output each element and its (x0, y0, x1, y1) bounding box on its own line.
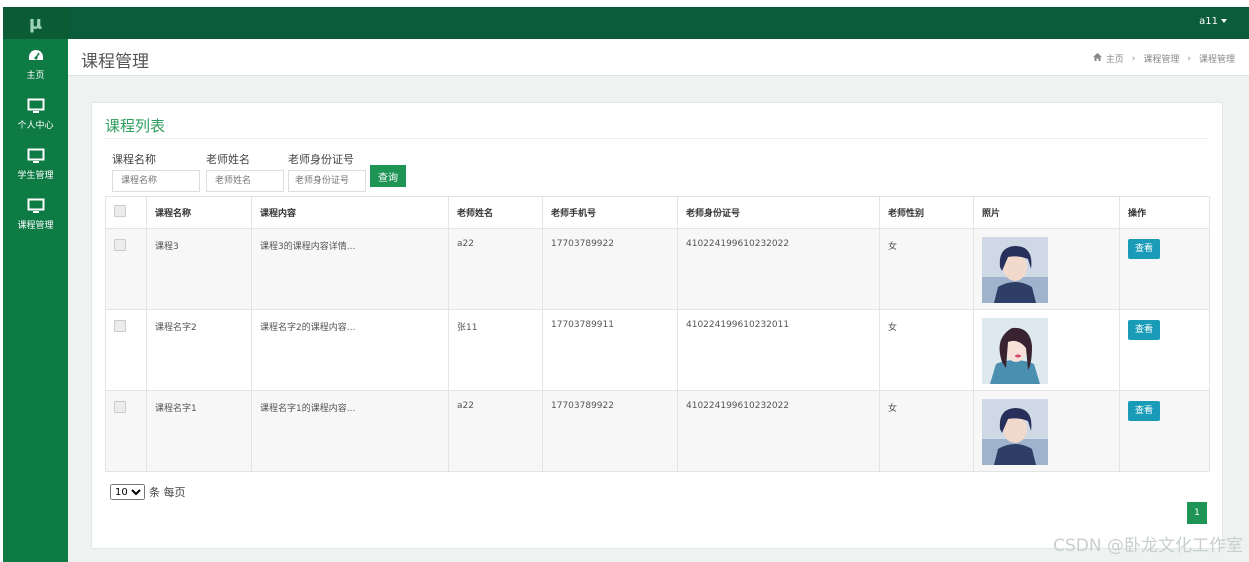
monitor-icon (27, 98, 45, 114)
app-logo: μ (3, 7, 68, 39)
search-button[interactable]: 查询 (370, 165, 406, 187)
top-bar: a11 (68, 7, 1249, 39)
breadcrumb-current: 课程管理 (1198, 55, 1235, 65)
sidebar-item-home[interactable]: 主页 (3, 39, 68, 89)
table-row: 课程3 课程3的课程内容详情... a22 17703789922 410224… (105, 228, 1210, 310)
watermark: CSDN @卧龙文化工作室 (1053, 536, 1243, 556)
breadcrumb: 主页 › 课程管理 › 课程管理 (1092, 52, 1235, 65)
teacher-id-cell: 410224199610232022 (677, 228, 880, 310)
table-row: 课程名字2 课程名字2的课程内容... 张11 17703789911 4102… (105, 309, 1210, 391)
teacher-gender-cell: 女 (879, 228, 974, 310)
column-header: 课程名称 (146, 196, 252, 229)
teacher-phone-cell: 17703789922 (542, 390, 678, 472)
course-content-cell: 课程名字1的课程内容... (251, 390, 449, 472)
row-checkbox[interactable] (114, 320, 126, 332)
teacher-phone-cell: 17703789911 (542, 309, 678, 391)
course-name-cell: 课程3 (146, 228, 252, 310)
home-icon (1092, 53, 1102, 64)
view-button[interactable]: 查看 (1128, 401, 1160, 421)
sidebar-item-students[interactable]: 学生管理 (3, 139, 68, 189)
monitor-icon (27, 148, 45, 164)
action-cell: 查看 (1119, 309, 1210, 391)
dashboard-icon (27, 48, 45, 64)
filter-teacher-name: 老师姓名 (206, 151, 284, 192)
sidebar-item-label: 课程管理 (17, 220, 54, 231)
filter-teacher-id: 老师身份证号 (288, 151, 366, 192)
filter-label: 老师身份证号 (288, 153, 354, 166)
row-checkbox[interactable] (114, 239, 126, 251)
chevron-right-icon: › (1131, 53, 1136, 64)
teacher-name-input[interactable] (206, 170, 284, 192)
page-number-button[interactable]: 1 (1187, 502, 1207, 524)
page-size-suffix: 条 每页 (149, 486, 186, 499)
table-header-row: 课程名称 课程内容 老师姓名 老师手机号 老师身份证号 老师性别 照片 操作 (105, 196, 1210, 229)
breadcrumb-item[interactable]: 课程管理 (1143, 52, 1179, 65)
page-title: 课程管理 (81, 52, 149, 72)
page-size-control: 10 条 每页 (110, 484, 186, 500)
filter-course-name: 课程名称 (112, 151, 200, 192)
select-all-checkbox[interactable] (114, 205, 126, 217)
table-row: 课程名字1 课程名字1的课程内容... a22 17703789922 4102… (105, 390, 1210, 472)
user-menu[interactable]: a11 (1199, 16, 1227, 27)
chevron-right-icon: › (1187, 53, 1191, 64)
row-select-cell (105, 309, 147, 391)
title-bar: 课程管理 主页 › 课程管理 › 课程管理 (68, 39, 1249, 76)
photo-cell (973, 309, 1120, 391)
action-cell: 查看 (1119, 390, 1210, 472)
teacher-name-cell: a22 (448, 390, 543, 472)
sidebar-item-label: 主页 (26, 70, 45, 81)
sidebar-item-label: 学生管理 (17, 170, 54, 181)
teacher-photo (982, 237, 1048, 303)
user-name: a11 (1199, 16, 1218, 27)
filter-label: 课程名称 (112, 153, 156, 166)
row-select-cell (105, 228, 147, 310)
teacher-id-cell: 410224199610232011 (677, 309, 880, 391)
course-content-cell: 课程3的课程内容详情... (251, 228, 449, 310)
photo-cell (973, 228, 1120, 310)
photo-cell (973, 390, 1120, 472)
teacher-phone-cell: 17703789922 (542, 228, 678, 310)
course-name-cell: 课程名字2 (146, 309, 252, 391)
teacher-name-cell: a22 (448, 228, 543, 310)
sidebar-item-label: 个人中心 (17, 120, 54, 131)
breadcrumb-home[interactable]: 主页 (1106, 52, 1124, 65)
teacher-id-cell: 410224199610232022 (677, 390, 880, 472)
app-frame: μ 主页 个人中心 学生管理 课程管理 a11 课程管理 主页 › 课程管理 ›… (3, 7, 1249, 562)
monitor-icon (27, 198, 45, 214)
teacher-name-cell: 张11 (448, 309, 543, 391)
row-checkbox[interactable] (114, 401, 126, 413)
card-title: 课程列表 (105, 117, 166, 135)
teacher-photo (982, 318, 1048, 384)
view-button[interactable]: 查看 (1128, 320, 1160, 340)
sidebar: μ 主页 个人中心 学生管理 课程管理 (3, 7, 68, 562)
caret-down-icon (1221, 19, 1227, 23)
column-header: 操作 (1119, 196, 1210, 229)
teacher-photo (982, 399, 1048, 465)
sidebar-item-courses[interactable]: 课程管理 (3, 189, 68, 239)
teacher-gender-cell: 女 (879, 390, 974, 472)
course-name-input[interactable] (112, 170, 200, 192)
filter-label: 老师姓名 (206, 153, 250, 166)
course-table: 课程名称 课程内容 老师姓名 老师手机号 老师身份证号 老师性别 照片 操作 课… (105, 196, 1210, 472)
teacher-id-input[interactable] (288, 170, 366, 192)
column-header: 照片 (973, 196, 1120, 229)
select-all-cell (105, 196, 147, 229)
row-select-cell (105, 390, 147, 472)
course-content-cell: 课程名字2的课程内容... (251, 309, 449, 391)
course-name-cell: 课程名字1 (146, 390, 252, 472)
column-header: 老师手机号 (542, 196, 678, 229)
column-header: 老师姓名 (448, 196, 543, 229)
course-list-card: 课程列表 课程名称 老师姓名 老师身份证号 查询 (91, 102, 1223, 549)
column-header: 老师性别 (879, 196, 974, 229)
sidebar-item-profile[interactable]: 个人中心 (3, 89, 68, 139)
divider (105, 138, 1209, 139)
teacher-gender-cell: 女 (879, 309, 974, 391)
view-button[interactable]: 查看 (1128, 239, 1160, 259)
column-header: 老师身份证号 (677, 196, 880, 229)
action-cell: 查看 (1119, 228, 1210, 310)
page-size-select[interactable]: 10 (110, 484, 145, 500)
column-header: 课程内容 (251, 196, 449, 229)
